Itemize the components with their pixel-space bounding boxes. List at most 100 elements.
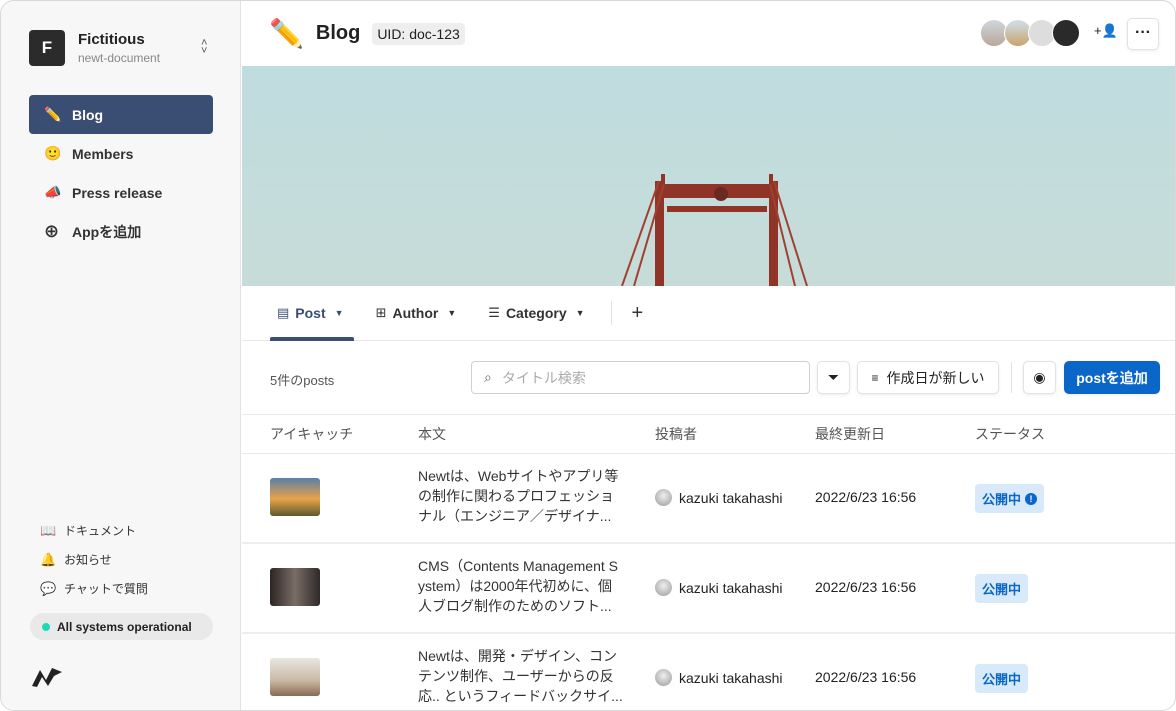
avatar xyxy=(655,669,672,686)
status-badge: 公開中! xyxy=(975,484,1044,513)
status-label: 公開中 xyxy=(982,669,1021,688)
nav-label: Members xyxy=(72,146,133,162)
tab-label: Author xyxy=(392,305,438,321)
add-post-button[interactable]: postを追加 xyxy=(1064,361,1160,394)
body-line: 人ブログ制作のためのソフト... xyxy=(418,596,628,616)
workspace-logo: F xyxy=(29,30,65,66)
body-line: の制作に関わるプロフェッショ xyxy=(418,486,628,506)
sidebar-item-members[interactable]: 🙂Members xyxy=(29,134,213,173)
body-line: 応.. というフィードバックサイ... xyxy=(418,686,628,706)
nav-label: Press release xyxy=(72,185,162,201)
bell-icon: 🔔 xyxy=(40,552,58,568)
workspace-switcher[interactable]: F Fictitiousnewt-document xyxy=(29,30,160,66)
post-count: 5件のposts xyxy=(270,370,334,389)
filter-button[interactable]: ⏷ xyxy=(817,361,850,394)
status-label: 公開中 xyxy=(982,489,1021,508)
tab-bar: ▤ Post ▼ ⊞ Author ▼ ☰ Category ▼ + xyxy=(242,286,1175,341)
body-line: Newtは、Webサイトやアプリ等 xyxy=(418,466,628,486)
status-label: 公開中 xyxy=(982,579,1021,598)
body-line: Newtは、開発・デザイン、コン xyxy=(418,646,628,666)
search-icon: ⌕ xyxy=(484,369,492,386)
rows-icon: ☰ xyxy=(488,305,500,321)
uid-badge: UID: doc-123 xyxy=(372,23,464,45)
newt-logo xyxy=(31,664,63,688)
add-app-button[interactable]: ⊕Appを追加 xyxy=(29,212,213,251)
toolbar: 5件のposts ⌕ タイトル検索 ⏷ ≡ 作成日が新しい ◉ postを追加 xyxy=(242,341,1175,415)
avatar[interactable] xyxy=(1052,19,1080,47)
thumbnail xyxy=(270,478,320,516)
book-icon: 📖 xyxy=(40,523,58,539)
workspace-id: newt-document xyxy=(78,51,160,65)
table-header: アイキャッチ 本文 投稿者 最終更新日 ステータス xyxy=(242,415,1175,454)
search-input[interactable]: ⌕ タイトル検索 xyxy=(471,361,810,394)
author-name: kazuki takahashi xyxy=(679,580,783,596)
nav-label: Blog xyxy=(72,107,103,123)
tab-category[interactable]: ☰ Category ▼ xyxy=(488,286,584,341)
tab-label: Post xyxy=(295,305,325,321)
updated-date: 2022/6/23 16:56 xyxy=(815,489,916,505)
avatar xyxy=(655,579,672,596)
body-line: ystem）は2000年代初めに、個 xyxy=(418,576,628,596)
status-text: All systems operational xyxy=(57,620,192,634)
megaphone-icon: 📣 xyxy=(44,184,72,201)
more-button[interactable]: ··· xyxy=(1127,18,1159,50)
column-header: ステータス xyxy=(975,424,1045,444)
link-label: チャットで質問 xyxy=(64,580,148,597)
chat-icon: 💬 xyxy=(40,581,58,597)
tab-label: Category xyxy=(506,305,567,321)
chat-link[interactable]: 💬 チャットで質問 xyxy=(40,574,148,603)
caret-down-icon[interactable]: ▼ xyxy=(576,308,585,318)
table-row[interactable]: Newtは、開発・デザイン、コンテンツ制作、ユーザーからの反応.. というフィー… xyxy=(242,634,1175,711)
page-title: Blog xyxy=(316,22,360,45)
pencil-icon: ✏️ xyxy=(269,17,304,50)
nav-label: Appを追加 xyxy=(72,222,141,242)
add-member-icon[interactable]: +👤 xyxy=(1094,23,1118,39)
table-row[interactable]: CMS（Contents Management System）は2000年代初め… xyxy=(242,544,1175,634)
chevron-updown-icon[interactable]: ˄˅ xyxy=(201,39,207,55)
search-placeholder: タイトル検索 xyxy=(502,368,586,388)
tab-post[interactable]: ▤ Post ▼ xyxy=(277,286,344,341)
status-badge: 公開中 xyxy=(975,574,1028,603)
author-name: kazuki takahashi xyxy=(679,490,783,506)
thumbnail xyxy=(270,568,320,606)
view-button[interactable]: ◉ xyxy=(1023,361,1056,394)
caret-down-icon[interactable]: ▼ xyxy=(335,308,344,318)
body-line: CMS（Contents Management S xyxy=(418,556,628,576)
sidebar: F Fictitiousnewt-document ˄˅ ✏️Blog 🙂Mem… xyxy=(1,1,241,711)
table-row[interactable]: Newtは、Webサイトやアプリ等の制作に関わるプロフェッショナル（エンジニア／… xyxy=(242,454,1175,544)
divider xyxy=(611,301,612,325)
thumbnail xyxy=(270,658,320,696)
sort-button[interactable]: ≡ 作成日が新しい xyxy=(857,361,999,394)
tab-author[interactable]: ⊞ Author ▼ xyxy=(376,286,457,341)
updated-date: 2022/6/23 16:56 xyxy=(815,669,916,685)
author-name: kazuki takahashi xyxy=(679,670,783,686)
news-link[interactable]: 🔔 お知らせ xyxy=(40,545,148,574)
link-label: ドキュメント xyxy=(64,522,136,539)
updated-date: 2022/6/23 16:56 xyxy=(815,579,916,595)
divider xyxy=(1011,362,1012,393)
member-avatars[interactable] xyxy=(980,19,1076,47)
sidebar-item-blog[interactable]: ✏️Blog xyxy=(29,95,213,134)
pencil-icon: ✏️ xyxy=(44,106,72,123)
list-icon: ▤ xyxy=(277,305,289,321)
column-header: 最終更新日 xyxy=(815,424,885,444)
avatar xyxy=(655,489,672,506)
sidebar-item-press-release[interactable]: 📣Press release xyxy=(29,173,213,212)
bridge-image xyxy=(242,66,1175,286)
docs-link[interactable]: 📖 ドキュメント xyxy=(40,516,148,545)
add-tab-button[interactable]: + xyxy=(632,302,644,325)
column-header: 本文 xyxy=(418,424,446,444)
eye-icon: ◉ xyxy=(1033,369,1045,386)
caret-down-icon[interactable]: ▼ xyxy=(447,308,456,318)
status-dot xyxy=(42,623,50,631)
body-line: テンツ制作、ユーザーからの反 xyxy=(418,666,628,686)
link-label: お知らせ xyxy=(64,551,112,568)
sort-icon: ≡ xyxy=(871,371,878,385)
sort-label: 作成日が新しい xyxy=(887,368,985,388)
grid-icon: ⊞ xyxy=(376,305,387,321)
status-badge: 公開中 xyxy=(975,664,1028,693)
cover-image xyxy=(242,66,1175,286)
system-status[interactable]: All systems operational xyxy=(30,613,213,640)
info-icon: ! xyxy=(1025,493,1037,505)
column-header: 投稿者 xyxy=(655,424,697,444)
